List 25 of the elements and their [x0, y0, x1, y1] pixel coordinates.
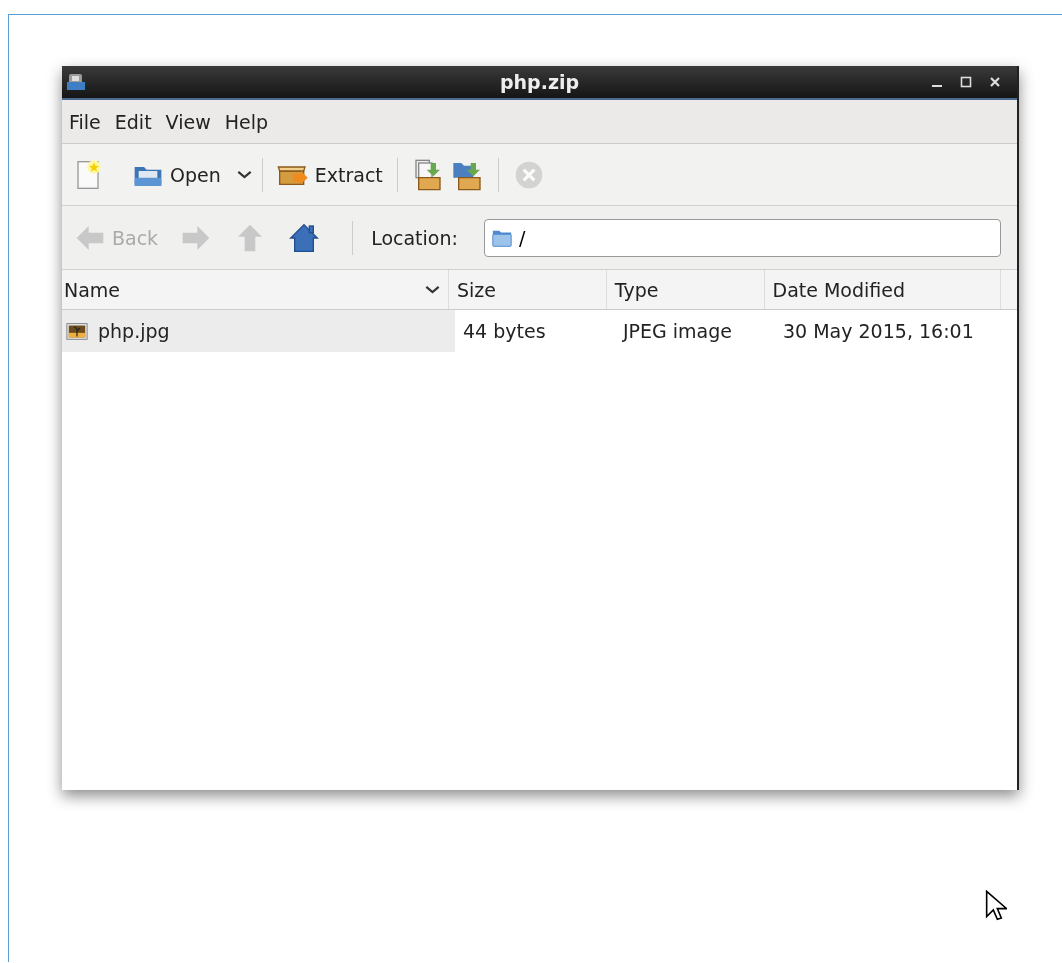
close-icon[interactable] [989, 76, 1001, 88]
open-button[interactable]: Open [128, 158, 225, 191]
dropdown-caret-icon [236, 170, 252, 179]
home-icon [288, 221, 321, 254]
maximize-icon[interactable] [960, 76, 972, 88]
column-header[interactable]: Size [449, 270, 607, 309]
column-header[interactable]: Name [62, 270, 449, 309]
menu-item[interactable]: View [160, 110, 216, 133]
extract-button[interactable]: Extract [272, 158, 387, 191]
archive-icon [66, 72, 86, 92]
file-name-cell: php.jpg [62, 310, 455, 352]
image-file-icon [64, 320, 90, 342]
home-button[interactable] [288, 221, 321, 254]
location-label: Location: [371, 226, 458, 249]
table-cell-text: JPEG image [621, 319, 733, 344]
table-cell-text: 44 bytes [462, 319, 547, 344]
window-title: php.zip [499, 71, 580, 93]
table-cell-text: 30 May 2015, 16:01 [782, 319, 975, 344]
column-header[interactable]: Date Modified [764, 270, 1001, 309]
mouse-pointer-icon [985, 890, 1007, 922]
column-header[interactable]: Type [606, 270, 765, 309]
menu-item[interactable]: File [64, 110, 106, 133]
menu-item[interactable]: Help [219, 110, 273, 133]
menu-item[interactable]: Edit [109, 110, 157, 133]
location-field[interactable]: / [483, 218, 1001, 257]
